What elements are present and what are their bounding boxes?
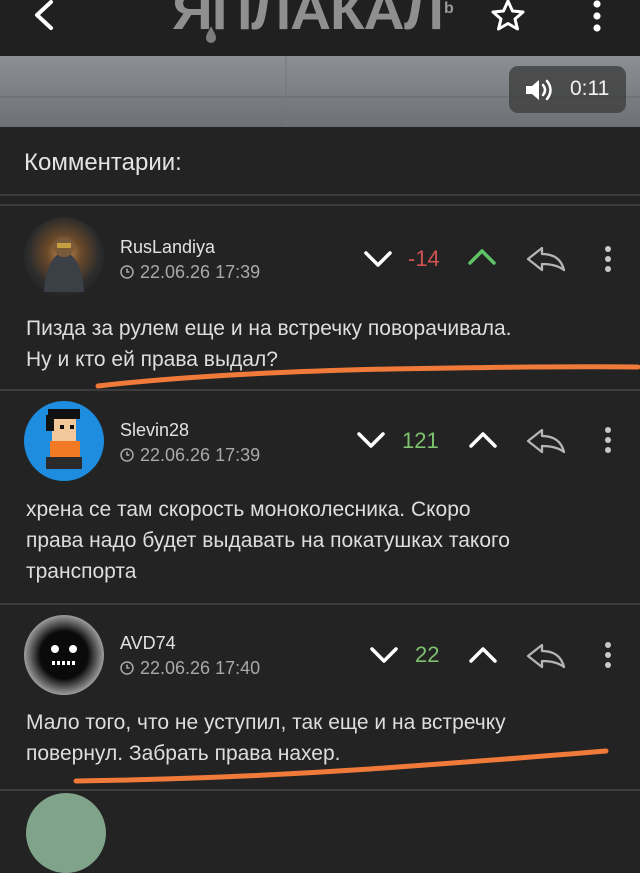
comment-author[interactable]: RusLandiya: [120, 237, 215, 258]
video-frame-detail: [285, 56, 287, 127]
comment-item: RusLandiya 22.06.26 17:39 -14 Пизда за р…: [0, 205, 640, 389]
user-avatar[interactable]: [24, 401, 104, 481]
clock-icon: [120, 661, 134, 675]
reply-arrow-icon: [526, 643, 566, 669]
more-vertical-icon: [605, 642, 611, 668]
comment-text: хрена се там скорость моноколесника. Ско…: [26, 494, 626, 587]
chevron-up-icon: [469, 647, 497, 663]
divider: [0, 789, 640, 791]
comment-score: -14: [408, 246, 440, 271]
logo-mark: b: [444, 0, 454, 17]
site-logo[interactable]: ЯПЛАКАЛ: [172, 0, 487, 36]
comment-menu-button[interactable]: [602, 425, 614, 457]
back-arrow-icon: [35, 0, 53, 30]
volume-icon: [526, 79, 552, 101]
chevron-down-icon: [364, 251, 392, 267]
comment-date-text: 22.06.26 17:39: [140, 445, 261, 465]
comment-date: 22.06.26 17:39: [120, 262, 260, 283]
comment-text: Пизда за рулем еще и на встречку поворач…: [26, 313, 626, 375]
chevron-up-icon: [468, 249, 496, 265]
upvote-button[interactable]: [466, 244, 498, 270]
overflow-menu-button[interactable]: [585, 0, 609, 32]
comment-item: Slevin28 22.06.26 17:39 121 хрена се там…: [0, 391, 640, 603]
avatar-image: [51, 645, 77, 665]
comment-date-text: 22.06.26 17:39: [140, 262, 261, 282]
top-bar: ЯПЛАКАЛ b: [0, 0, 640, 55]
comment-author[interactable]: AVD74: [120, 633, 176, 654]
video-sound-toggle[interactable]: 0:11: [509, 66, 626, 113]
avatar-image: [46, 409, 82, 469]
favorite-button[interactable]: [488, 0, 528, 32]
video-time: 0:11: [570, 77, 610, 100]
comment-menu-button[interactable]: [602, 640, 614, 672]
comment-text-line: Ну и кто ей права выдал?: [26, 348, 278, 371]
upvote-button[interactable]: [467, 427, 499, 453]
comment-menu-button[interactable]: [602, 244, 614, 276]
upvote-button[interactable]: [467, 642, 499, 668]
comment-date-text: 22.06.26 17:40: [140, 658, 261, 678]
clock-icon: [120, 265, 134, 279]
comment-text-line: повернул. Забрать права нахер.: [26, 742, 341, 765]
reply-button[interactable]: [526, 642, 566, 670]
downvote-button[interactable]: [355, 427, 387, 453]
chevron-up-icon: [469, 432, 497, 448]
next-comment-avatar[interactable]: [26, 793, 106, 873]
comment-text-line: хрена се там скорость моноколесника. Ско…: [26, 498, 471, 521]
user-avatar[interactable]: [24, 615, 104, 695]
downvote-button[interactable]: [368, 642, 400, 668]
more-vertical-icon: [605, 427, 611, 453]
comments-heading: Комментарии:: [24, 149, 182, 176]
chevron-down-icon: [357, 432, 385, 448]
logo-drop-icon: [206, 26, 216, 43]
comment-score: 22: [415, 642, 440, 667]
clock-icon: [120, 448, 134, 462]
reply-arrow-icon: [526, 428, 566, 454]
reply-arrow-icon: [526, 246, 566, 272]
comment-text-line: Пизда за рулем еще и на встречку поворач…: [26, 317, 512, 340]
divider: [0, 194, 640, 196]
comment-date: 22.06.26 17:40: [120, 658, 260, 679]
comment-item: AVD74 22.06.26 17:40 22 Мало того, что н…: [0, 605, 640, 789]
comment-date: 22.06.26 17:39: [120, 445, 260, 466]
comment-text-line: транспорта: [26, 560, 137, 583]
star-icon: [491, 0, 525, 31]
reply-button[interactable]: [526, 427, 566, 455]
comment-text-line: права надо будет выдавать на покатушках …: [26, 529, 510, 552]
comment-score: 121: [402, 428, 439, 453]
more-vertical-icon: [593, 0, 601, 32]
downvote-button[interactable]: [362, 246, 394, 272]
chevron-down-icon: [370, 647, 398, 663]
user-avatar[interactable]: [24, 217, 104, 297]
more-vertical-icon: [605, 246, 611, 272]
comment-text-line: Мало того, что не уступил, так еще и на …: [26, 711, 506, 734]
comment-author[interactable]: Slevin28: [120, 420, 189, 441]
avatar-image: [44, 237, 84, 292]
comment-text: Мало того, что не уступил, так еще и на …: [26, 707, 626, 769]
back-button[interactable]: [22, 0, 66, 36]
reply-button[interactable]: [526, 245, 566, 273]
